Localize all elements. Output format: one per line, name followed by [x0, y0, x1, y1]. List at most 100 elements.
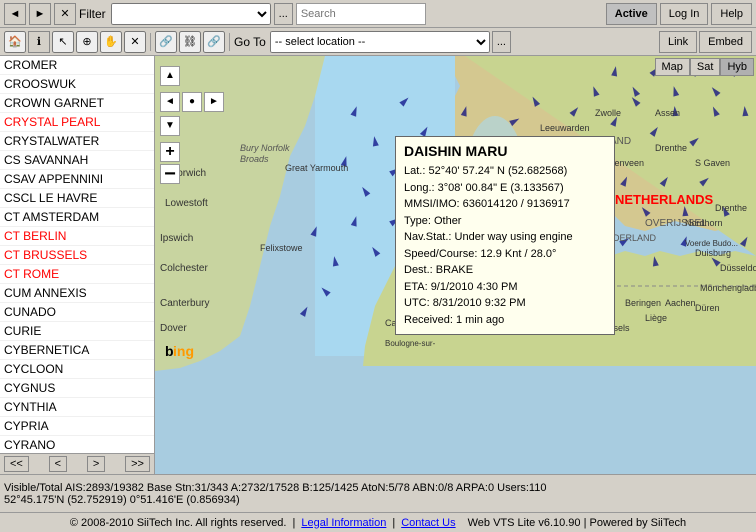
chain-btn[interactable]: ⛓ [179, 31, 201, 53]
sidebar-item[interactable]: CT AMSTERDAM [0, 208, 154, 227]
home-button[interactable]: 🏠 [4, 31, 26, 53]
svg-text:Voerde Budo...: Voerde Budo... [685, 239, 738, 248]
sidebar-item[interactable]: CYCLOON [0, 360, 154, 379]
close-button2[interactable]: ✕ [124, 31, 146, 53]
map-type-buttons: Map Sat Hyb [655, 58, 754, 76]
copyright-text: © 2008-2010 SiiTech Inc. All rights rese… [70, 517, 287, 529]
svg-text:Canterbury: Canterbury [160, 298, 209, 309]
nav-back-button[interactable]: ◄ [4, 3, 26, 25]
sidebar-item[interactable]: CROOSWUK [0, 75, 154, 94]
sidebar-item[interactable]: CROMER [0, 56, 154, 75]
pan-left-button[interactable]: ◄ [160, 92, 180, 112]
svg-text:Felixstowe: Felixstowe [260, 243, 303, 253]
separator-1 [150, 33, 151, 51]
nav-first-button[interactable]: << [4, 456, 29, 472]
svg-text:Dover: Dover [160, 323, 187, 334]
search-input[interactable] [296, 3, 426, 25]
popup-speed: Speed/Course: 12.9 Knt / 28.0° [404, 246, 606, 263]
svg-text:Ipswich: Ipswich [160, 233, 193, 244]
sidebar-item[interactable]: CYGNUS [0, 379, 154, 398]
link-icon-btn[interactable]: 🔗 [155, 31, 177, 53]
stop-button[interactable]: ✕ [54, 3, 76, 25]
map-area[interactable]: Norwich Lowestoft Ipswich Colchester Can… [155, 56, 756, 474]
nav-prev-button[interactable]: < [49, 456, 67, 472]
svg-text:Assen: Assen [655, 108, 680, 118]
svg-text:S Gaven: S Gaven [695, 158, 730, 168]
contact-us-link[interactable]: Contact Us [401, 517, 455, 529]
sidebar-item[interactable]: CUM ANNEXIS [0, 284, 154, 303]
separator-2 [229, 33, 230, 51]
legal-info-link[interactable]: Legal Information [301, 517, 386, 529]
popup-received: Received: 1 min ago [404, 312, 606, 329]
sidebar-item[interactable]: CSAV APPENNINI [0, 170, 154, 189]
sidebar-item[interactable]: CYPRIA [0, 417, 154, 436]
svg-text:Beringen: Beringen [625, 298, 661, 308]
filter-dots-button[interactable]: ... [274, 3, 293, 25]
goto-dots-button[interactable]: ... [492, 31, 511, 53]
svg-text:Aachen: Aachen [665, 298, 696, 308]
pan-button[interactable]: ✋ [100, 31, 122, 53]
embed-button[interactable]: Embed [699, 31, 752, 53]
pan-up-button[interactable]: ▲ [160, 66, 180, 86]
pan-right-button[interactable]: ► [204, 92, 224, 112]
popup-title: DAISHIN MARU [404, 143, 606, 159]
select-button[interactable]: ⊕ [76, 31, 98, 53]
location-select[interactable]: -- select location -- [270, 31, 490, 53]
sidebar-item[interactable]: CRYSTALWATER [0, 132, 154, 151]
svg-text:ing: ing [173, 343, 194, 359]
status-bar: Visible/Total AIS:2893/19382 Base Stn:31… [0, 474, 756, 512]
nav-last-button[interactable]: >> [125, 456, 150, 472]
sidebar-item[interactable]: CS SAVANNAH [0, 151, 154, 170]
popup-lat: Lat.: 52°40' 57.24" N (52.682568) [404, 163, 606, 180]
sidebar-item[interactable]: CUNADO [0, 303, 154, 322]
cursor-button[interactable]: ↖ [52, 31, 74, 53]
sidebar-item[interactable]: CURIE [0, 322, 154, 341]
filter-select[interactable] [111, 3, 271, 25]
popup-utc: UTC: 8/31/2010 9:32 PM [404, 295, 606, 312]
center-button[interactable]: ● [182, 92, 202, 112]
sidebar-item[interactable]: CROWN GARNET [0, 94, 154, 113]
footer-separator-2: | [392, 517, 395, 529]
sidebar-item[interactable]: CYRANO [0, 436, 154, 453]
main-content: CROMERCROOSWUKCROWN GARNETCRYSTAL PEARLC… [0, 56, 756, 474]
footer-separator-1: | [292, 517, 295, 529]
nav-forward-button[interactable]: ► [29, 3, 51, 25]
zoom-out-button[interactable]: − [160, 164, 180, 184]
svg-text:Mönchengladbach: Mönchengladbach [700, 283, 756, 293]
sidebar-item[interactable]: CSCL LE HAVRE [0, 189, 154, 208]
svg-text:Düren: Düren [695, 303, 720, 313]
footer: © 2008-2010 SiiTech Inc. All rights rese… [0, 512, 756, 532]
map-controls: ▲ ◄ ● ► ▼ + − [160, 66, 224, 186]
sidebar-item[interactable]: CT ROME [0, 265, 154, 284]
zoom-in-button[interactable]: + [160, 142, 180, 162]
map-type-sat-button[interactable]: Sat [690, 58, 721, 76]
status-row1: Visible/Total AIS:2893/19382 Base Stn:31… [4, 482, 752, 494]
popup-long: Long.: 3°08' 00.84" E (3.133567) [404, 180, 606, 197]
help-button[interactable]: Help [711, 3, 752, 25]
toolbar-top: ◄ ► ✕ Filter ... Active Log In Help [0, 0, 756, 28]
sidebar-item[interactable]: CYBERNETICA [0, 341, 154, 360]
svg-text:Drenthe: Drenthe [715, 203, 747, 213]
login-button[interactable]: Log In [660, 3, 709, 25]
sidebar-nav: << < > >> [0, 453, 154, 474]
popup-eta: ETA: 9/1/2010 4:30 PM [404, 279, 606, 296]
svg-text:Nordhorn: Nordhorn [685, 218, 723, 228]
sidebar-item[interactable]: CYNTHIA [0, 398, 154, 417]
map-type-hyb-button[interactable]: Hyb [720, 58, 754, 76]
map-type-map-button[interactable]: Map [655, 58, 690, 76]
svg-text:Duisburg: Duisburg [695, 248, 731, 258]
filter-label: Filter [79, 7, 106, 21]
unlink-btn[interactable]: 🔗 [203, 31, 225, 53]
info-button[interactable]: ℹ [28, 31, 50, 53]
link-button[interactable]: Link [659, 31, 697, 53]
nav-next-button[interactable]: > [87, 456, 105, 472]
svg-text:NETHERLANDS: NETHERLANDS [615, 192, 714, 207]
svg-text:Colchester: Colchester [160, 263, 208, 274]
sidebar-item[interactable]: CT BERLIN [0, 227, 154, 246]
toolbar-second: 🏠 ℹ ↖ ⊕ ✋ ✕ 🔗 ⛓ 🔗 Go To -- select locati… [0, 28, 756, 56]
sidebar-item[interactable]: CRYSTAL PEARL [0, 113, 154, 132]
active-button[interactable]: Active [606, 3, 657, 25]
pan-down-button[interactable]: ▼ [160, 116, 180, 136]
sidebar-list[interactable]: CROMERCROOSWUKCROWN GARNETCRYSTAL PEARLC… [0, 56, 154, 453]
sidebar-item[interactable]: CT BRUSSELS [0, 246, 154, 265]
